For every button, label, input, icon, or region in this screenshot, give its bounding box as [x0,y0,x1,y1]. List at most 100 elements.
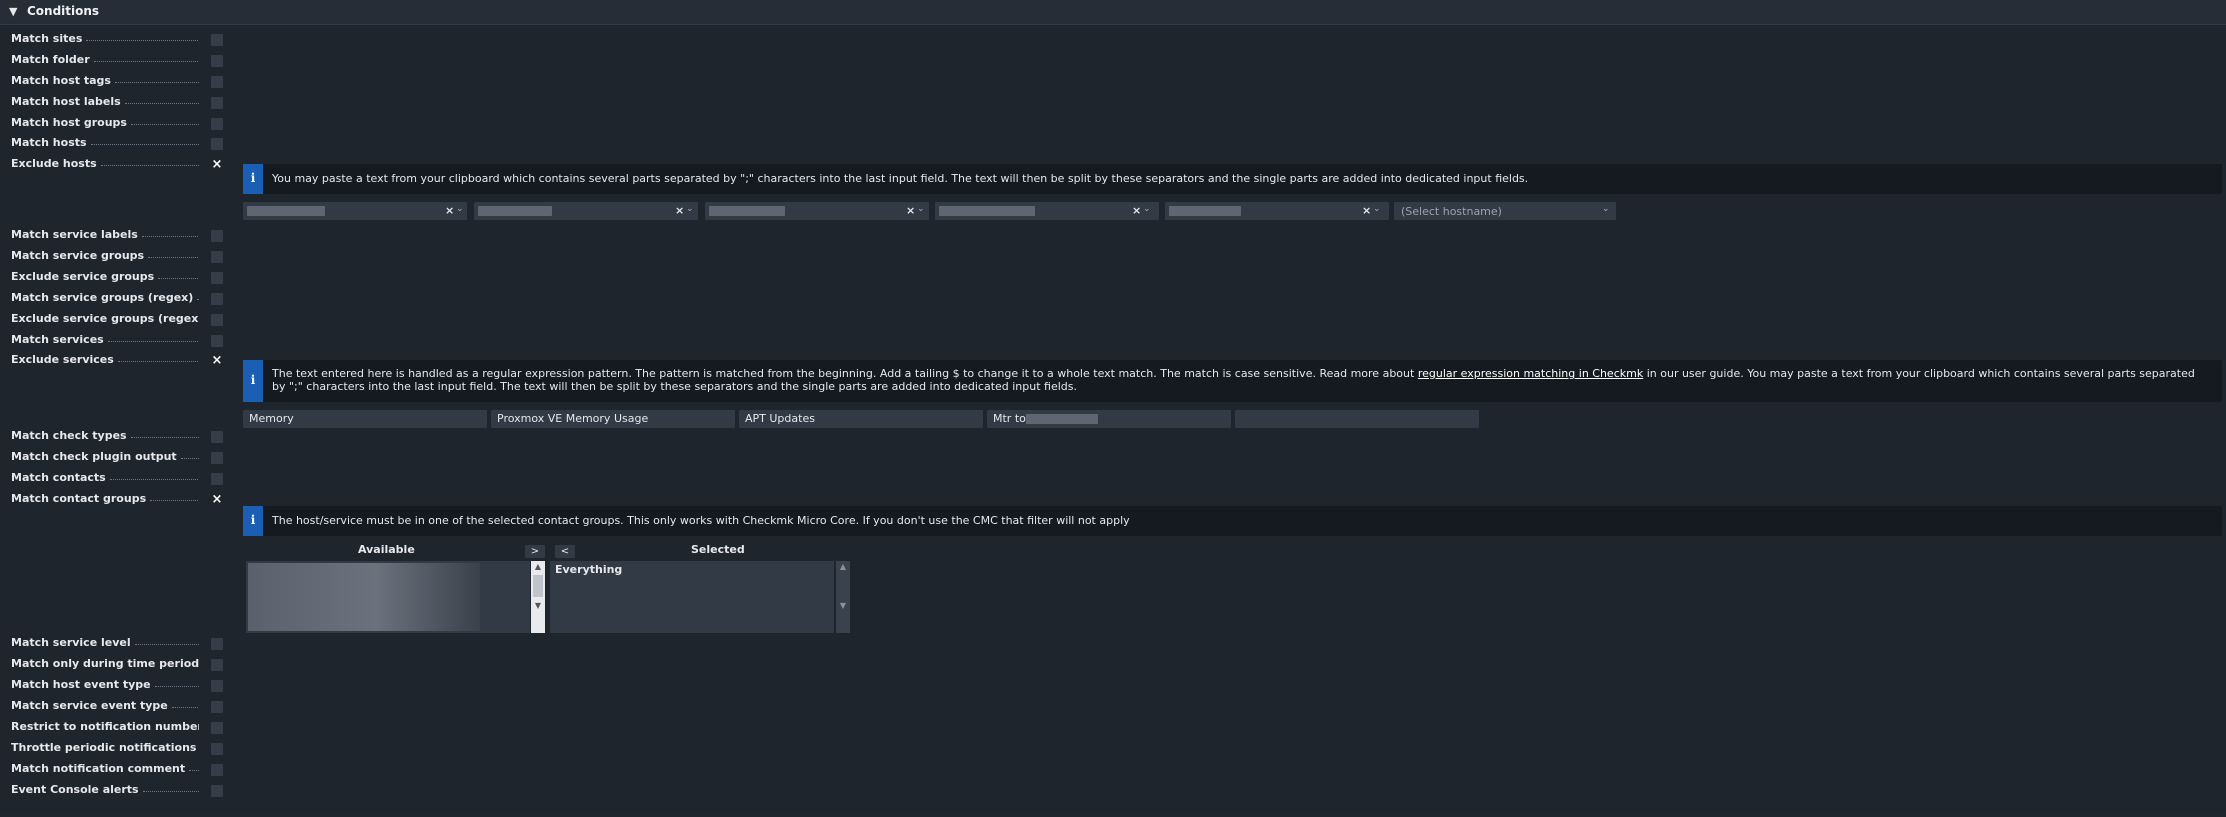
condition-label: Exclude service groups (regex) [11,312,199,328]
hostname-select-empty[interactable]: (Select hostname) ⌄ [1394,202,1616,220]
condition-checkbox[interactable] [211,251,223,263]
condition-checkbox[interactable] [211,743,223,755]
condition-label: Restrict to notification number [11,720,199,736]
regex-guide-link[interactable]: regular expression matching in Checkmk [1418,367,1643,380]
available-label: Available [358,543,415,556]
dotted-leader [150,497,199,501]
condition-checkbox[interactable] [211,230,223,242]
condition-checkbox[interactable] [211,473,223,485]
condition-row: Match host tags [0,72,2226,92]
condition-row: Match sites [0,30,2226,50]
remove-button[interactable]: < [555,545,575,558]
chevron-down-icon: ⌄ [686,204,694,214]
dotted-leader [197,296,199,300]
clear-icon[interactable]: × [906,204,915,217]
condition-row: Match folder [0,51,2226,71]
condition-label: Match only during time period [11,657,199,673]
condition-row: Match notification comment [0,760,2226,780]
available-scrollbar[interactable]: ▲ ▼ [531,561,545,633]
condition-checkbox[interactable] [211,55,223,67]
condition-checkbox[interactable] [211,293,223,305]
condition-label: Match host labels [11,95,199,111]
available-list[interactable] [246,561,530,633]
scroll-down-icon[interactable]: ▼ [531,601,545,610]
condition-row: Match service level [0,634,2226,654]
add-button[interactable]: > [525,545,545,558]
condition-checkbox[interactable] [211,701,223,713]
section-title: Conditions [27,4,100,18]
section-header[interactable]: ▼ Conditions [0,0,2226,25]
condition-checkbox[interactable]: × [211,158,223,171]
scroll-down-icon[interactable]: ▼ [836,601,850,610]
clear-icon[interactable]: × [445,204,454,217]
redacted-hostname [1169,206,1241,216]
condition-label: Match notification comment [11,762,199,778]
hostname-select-5[interactable]: × ⌄ [1165,202,1389,220]
condition-checkbox[interactable] [211,34,223,46]
selected-scrollbar[interactable]: ▲ ▼ [836,561,850,633]
condition-checkbox[interactable] [211,118,223,130]
scroll-thumb[interactable] [533,575,543,597]
condition-label: Match sites [11,32,199,48]
condition-row: Exclude service groups [0,268,2226,288]
dotted-leader [107,338,199,342]
condition-row: Exclude service groups (regex) [0,310,2226,330]
dotted-leader [93,58,199,62]
condition-checkbox[interactable] [211,638,223,650]
condition-row: Match host event type [0,676,2226,696]
condition-row: Event Console alerts [0,781,2226,801]
dotted-leader [180,455,199,459]
condition-checkbox[interactable] [211,431,223,443]
condition-checkbox[interactable] [211,76,223,88]
condition-checkbox[interactable] [211,97,223,109]
service-pattern-2[interactable]: Proxmox VE Memory Usage [491,410,735,428]
condition-checkbox[interactable] [211,764,223,776]
clear-icon[interactable]: × [675,204,684,217]
condition-checkbox[interactable] [211,680,223,692]
condition-label: Exclude service groups [11,270,199,286]
redacted-hostname [247,206,325,216]
condition-checkbox[interactable] [211,272,223,284]
service-pattern-empty[interactable] [1235,410,1479,428]
hostname-select-1[interactable]: × ⌄ [243,202,467,220]
scroll-up-icon[interactable]: ▲ [836,562,850,571]
condition-checkbox[interactable] [211,722,223,734]
dotted-leader [86,37,199,41]
condition-checkbox[interactable] [211,314,223,326]
selected-item[interactable]: Everything [555,563,622,576]
condition-row: Match service groups (regex) [0,289,2226,309]
condition-label: Match services [11,333,199,349]
condition-label: Match check types [11,429,199,445]
condition-label: Match service event type [11,699,199,715]
scroll-up-icon[interactable]: ▲ [531,562,545,571]
service-pattern-3[interactable]: APT Updates [739,410,983,428]
selected-list[interactable]: Everything [550,561,834,633]
hostname-select-2[interactable]: × ⌄ [474,202,698,220]
info-icon: i [243,360,263,402]
clear-icon[interactable]: × [1362,204,1371,217]
triangle-down-icon[interactable]: ▼ [9,5,17,18]
condition-checkbox[interactable] [211,335,223,347]
dotted-leader [154,683,199,687]
dotted-leader [100,162,199,166]
dotted-leader [90,141,199,145]
hostname-select-4[interactable]: × ⌄ [935,202,1159,220]
redacted-list-content [248,563,480,631]
condition-row: Throttle periodic notifications [0,739,2226,759]
service-pattern-1[interactable]: Memory [243,410,487,428]
service-pattern-4[interactable]: Mtr to [987,410,1231,428]
condition-checkbox[interactable] [211,785,223,797]
condition-label: Match check plugin output [11,450,199,466]
clear-icon[interactable]: × [1132,204,1141,217]
condition-checkbox[interactable] [211,659,223,671]
condition-label: Match hosts [11,136,199,152]
condition-checkbox[interactable] [211,452,223,464]
condition-checkbox[interactable] [211,138,223,150]
condition-row: Match hosts [0,134,2226,154]
conditions-panel: ▼ Conditions Match sites Match folder Matc… [0,0,2226,812]
condition-checkbox[interactable]: × [211,354,223,367]
hostname-select-3[interactable]: × ⌄ [705,202,929,220]
condition-checkbox[interactable]: × [211,493,223,506]
condition-label: Match contact groups [11,492,199,508]
condition-row: Restrict to notification number [0,718,2226,738]
